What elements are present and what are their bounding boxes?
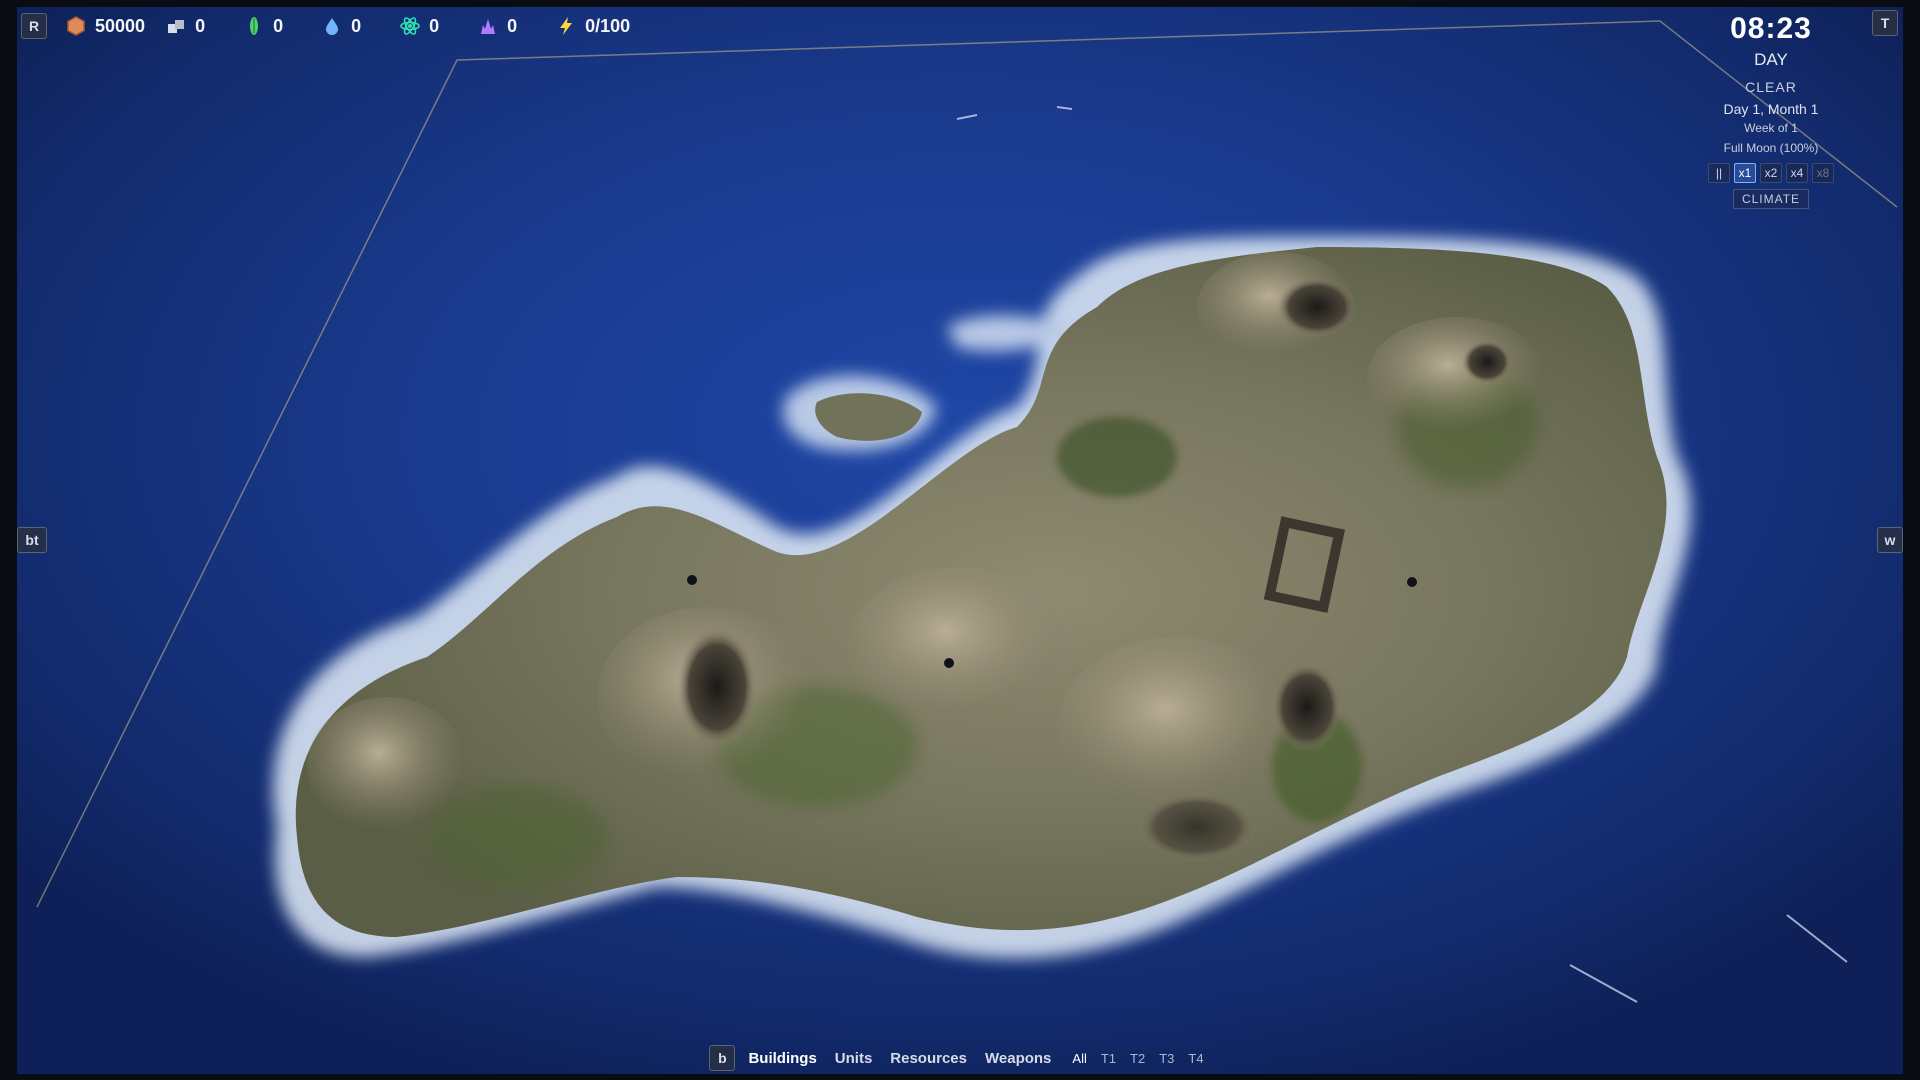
left-side-toggle[interactable]: bt <box>17 527 47 553</box>
day-period: DAY <box>1754 50 1788 69</box>
tier-t3-filter[interactable]: T3 <box>1159 1051 1174 1066</box>
tier-all-filter[interactable]: All <box>1072 1051 1086 1066</box>
droplet-icon <box>321 15 343 37</box>
tier-t2-filter[interactable]: T2 <box>1130 1051 1145 1066</box>
resource-bar: R 50000 0 0 0 0 0 0/100 <box>17 7 1903 45</box>
resource-value: 0 <box>507 15 518 36</box>
game-viewport[interactable] <box>17 7 1903 1074</box>
climate-button[interactable]: CLIMATE <box>1732 189 1810 209</box>
tab-resources[interactable]: Resources <box>890 1050 967 1067</box>
speed-x1-button[interactable]: x1 <box>1734 163 1756 183</box>
resource-stone: 0 <box>165 15 205 37</box>
resource-credits: 50000 <box>65 15 145 37</box>
resource-atomic: 0 <box>399 15 439 37</box>
time-weather-panel: 08:23 DAY CLEAR Day 1, Month 1 Week of 1… <box>1666 10 1876 209</box>
speed-x2-button[interactable]: x2 <box>1760 163 1782 183</box>
resource-water: 0 <box>321 15 361 37</box>
build-menu-bar: b Buildings Units Resources Weapons All … <box>0 1042 1920 1074</box>
island-terrain-view[interactable] <box>17 7 1903 1074</box>
tier-t4-filter[interactable]: T4 <box>1188 1051 1203 1066</box>
tab-weapons[interactable]: Weapons <box>985 1050 1051 1067</box>
stone-icon <box>165 15 187 37</box>
left-menu-badge[interactable]: R <box>21 13 47 39</box>
weather-status: CLEAR <box>1745 79 1797 95</box>
speed-x4-button[interactable]: x4 <box>1786 163 1808 183</box>
hexagon-icon <box>65 15 87 37</box>
resource-biomass: 0 <box>243 15 283 37</box>
tier-t1-filter[interactable]: T1 <box>1101 1051 1116 1066</box>
atom-icon <box>399 15 421 37</box>
calendar-week: Week of 1 <box>1744 121 1798 135</box>
resource-value: 0 <box>273 15 284 36</box>
resource-value: 0 <box>195 15 206 36</box>
resource-value: 0/100 <box>585 15 631 36</box>
build-key-badge[interactable]: b <box>709 1045 736 1071</box>
tab-buildings[interactable]: Buildings <box>748 1050 816 1067</box>
resource-value: 0 <box>429 15 440 36</box>
moon-phase: Full Moon (100%) <box>1723 141 1819 155</box>
crystal-icon <box>477 15 499 37</box>
resource-value: 0 <box>351 15 362 36</box>
clock-time: 08:23 <box>1730 12 1812 45</box>
pause-button[interactable]: || <box>1708 163 1730 183</box>
speed-x8-button[interactable]: x8 <box>1812 163 1834 183</box>
resource-value: 50000 <box>95 15 146 36</box>
tab-units[interactable]: Units <box>835 1050 873 1067</box>
leaf-icon <box>243 15 265 37</box>
game-speed-controls: || x1 x2 x4 x8 <box>1666 163 1876 183</box>
right-side-toggle[interactable]: w <box>1877 527 1903 553</box>
calendar-date: Day 1, Month 1 <box>1723 101 1819 117</box>
lightning-icon <box>555 15 577 37</box>
resource-power: 0/100 <box>555 15 630 37</box>
resource-crystal: 0 <box>477 15 517 37</box>
